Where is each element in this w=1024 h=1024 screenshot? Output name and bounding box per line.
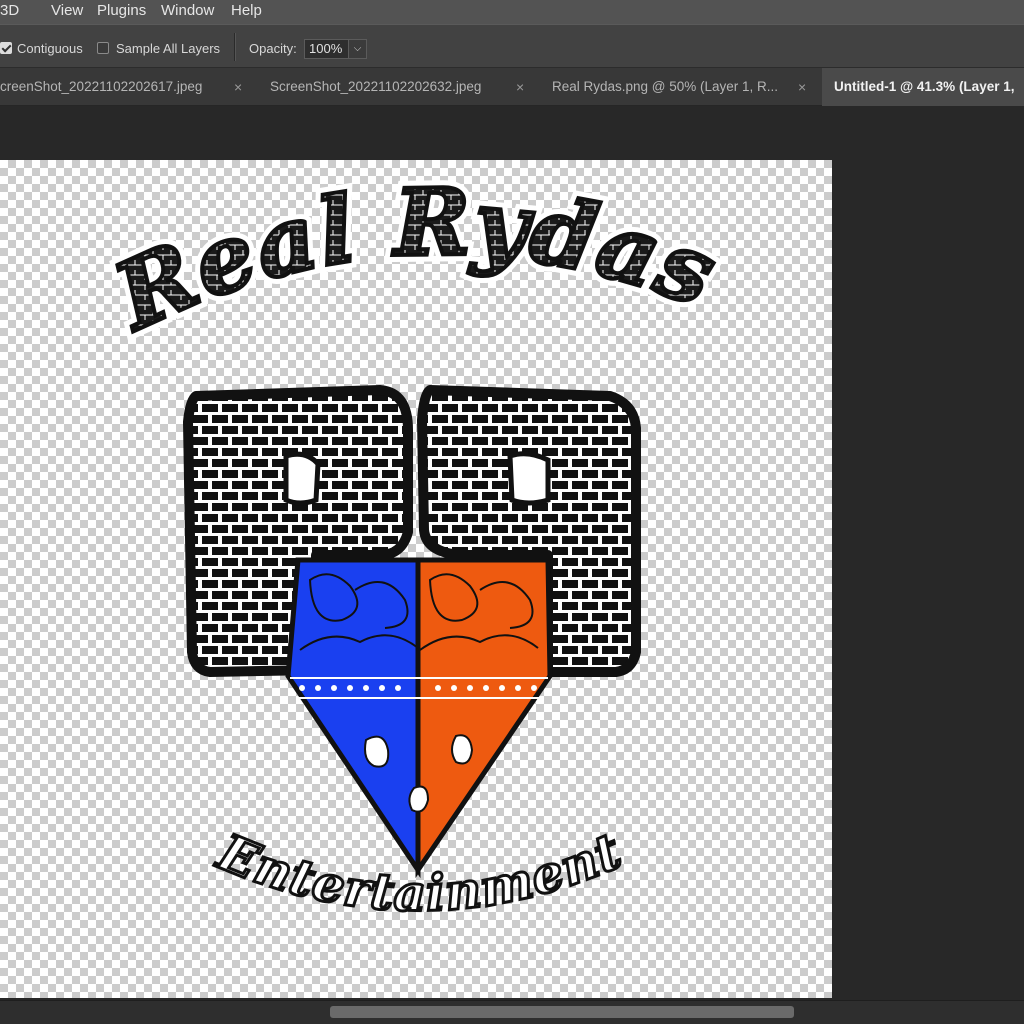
close-icon[interactable]: × <box>516 68 524 106</box>
bandana-blue-half <box>285 557 421 879</box>
horizontal-scrollbar[interactable] <box>0 1000 1024 1024</box>
tab-label: Real Rydas.png @ 50% (Layer 1, R... <box>552 79 779 94</box>
menu-item-3d[interactable]: 3D <box>0 2 19 19</box>
contiguous-checkbox[interactable] <box>0 42 12 54</box>
tab-screenshot-202617[interactable]: creenShot_20221102202617.jpeg × <box>0 68 252 106</box>
scrollbar-thumb[interactable] <box>330 1006 794 1018</box>
logo-title-outline: Real Rydas <box>97 168 731 352</box>
tab-label: Untitled-1 @ 41.3% (Layer 1, <box>834 79 1015 94</box>
real-rydas-logo: Real Rydas Real Rydas Entertainment <box>90 161 736 924</box>
options-bar: Contiguous Sample All Layers Opacity: 10… <box>0 24 1024 68</box>
menu-item-view[interactable]: View <box>51 2 83 19</box>
chevron-down-icon[interactable]: ⌵ <box>348 39 367 59</box>
tab-label: creenShot_20221102202617.jpeg <box>0 79 203 94</box>
tab-untitled-1[interactable]: Untitled-1 @ 41.3% (Layer 1, <box>822 68 1024 106</box>
tab-screenshot-202632[interactable]: ScreenShot_20221102202632.jpeg × <box>252 68 532 106</box>
contiguous-label: Contiguous <box>17 41 83 56</box>
menu-item-help[interactable]: Help <box>231 2 262 19</box>
menu-item-window[interactable]: Window <box>161 2 214 19</box>
letter-r-right-counter <box>507 451 551 506</box>
opacity-label: Opacity: <box>249 41 297 56</box>
options-divider <box>234 33 235 61</box>
menu-bar: 3D View Plugins Window Help <box>0 0 1024 24</box>
tab-label: ScreenShot_20221102202632.jpeg <box>270 79 482 94</box>
workspace[interactable]: Real Rydas Real Rydas Entertainment <box>0 106 1024 1000</box>
document-canvas[interactable]: Real Rydas Real Rydas Entertainment <box>0 160 832 998</box>
bandana-orange-half <box>415 557 553 879</box>
letter-r-left-counter <box>283 451 321 506</box>
tab-real-rydas[interactable]: Real Rydas.png @ 50% (Layer 1, R... × <box>532 68 816 106</box>
document-tab-bar: creenShot_20221102202617.jpeg × ScreenSh… <box>0 68 1024 106</box>
opacity-input[interactable]: 100% <box>304 39 352 59</box>
close-icon[interactable]: × <box>798 68 806 106</box>
menu-item-plugins[interactable]: Plugins <box>97 2 146 19</box>
sample-all-layers-label: Sample All Layers <box>116 41 221 56</box>
close-icon[interactable]: × <box>234 68 242 106</box>
sample-all-layers-checkbox[interactable] <box>97 42 109 54</box>
